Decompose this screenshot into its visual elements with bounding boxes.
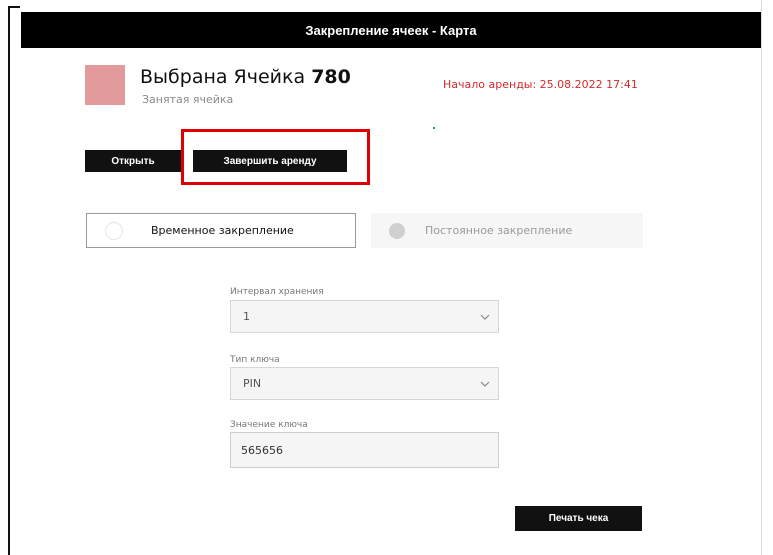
interval-label: Интервал хранения: [230, 287, 324, 297]
cell-title-prefix: Выбрана Ячейка: [140, 66, 306, 88]
key-value-text: 565656: [241, 443, 283, 457]
temporary-pin-radio[interactable]: [105, 221, 123, 240]
chevron-down-icon: [480, 314, 490, 320]
cell-color-swatch: [85, 65, 125, 105]
print-receipt-button[interactable]: Печать чека: [515, 506, 642, 531]
window-title: Закрепление ячеек - Карта: [305, 22, 477, 38]
permanent-pin-label: Постоянное закрепление: [425, 224, 573, 237]
permanent-pin-radio[interactable]: [389, 222, 405, 239]
interval-value: 1: [243, 310, 250, 323]
cell-number: 780: [311, 66, 351, 88]
key-value-label: Значение ключа: [230, 420, 308, 430]
window-titlebar: Закрепление ячеек - Карта: [21, 12, 761, 48]
key-value-input[interactable]: 565656: [230, 432, 499, 468]
interval-select[interactable]: 1: [230, 300, 499, 333]
cell-title: Выбрана Ячейка 780: [140, 66, 351, 88]
key-type-select[interactable]: PIN: [230, 367, 499, 400]
frame-left-border: [8, 6, 10, 555]
key-type-label: Тип ключа: [230, 355, 280, 365]
temporary-pin-option[interactable]: Временное закрепление: [86, 213, 356, 248]
chevron-down-icon: [480, 381, 490, 387]
frame-right-border: [761, 0, 762, 555]
rent-start-text: Начало аренды: 25.08.2022 17:41: [443, 78, 638, 91]
temporary-pin-label: Временное закрепление: [151, 224, 294, 237]
open-button-label: Открыть: [111, 155, 155, 167]
permanent-pin-option[interactable]: Постоянное закрепление: [371, 213, 643, 248]
cell-status: Занятая ячейка: [142, 93, 234, 106]
key-type-value: PIN: [243, 377, 262, 390]
open-button[interactable]: Открыть: [85, 150, 181, 172]
print-receipt-button-label: Печать чека: [548, 513, 609, 524]
frame-top-border: [8, 6, 20, 8]
highlight-annotation: [181, 129, 370, 185]
status-dot: [433, 127, 435, 129]
